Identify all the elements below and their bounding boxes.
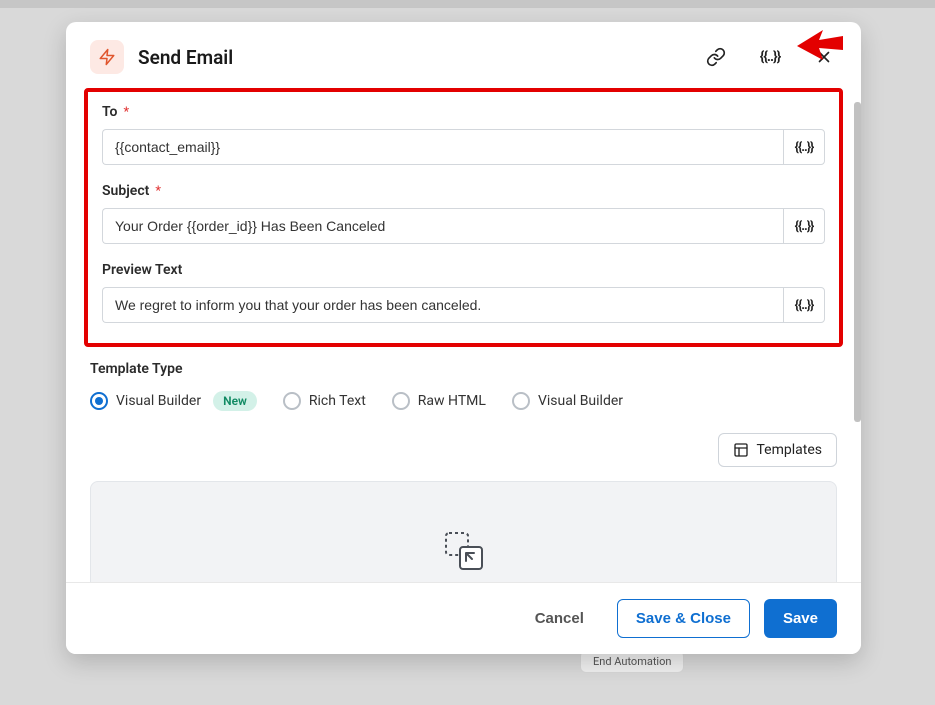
link-icon [706, 47, 726, 67]
save-button[interactable]: Save [764, 599, 837, 638]
preview-label: Preview Text [102, 262, 182, 278]
template-type-label: Template Type [90, 361, 837, 377]
builder-canvas[interactable]: Utili d d b ild t ft b t il t l t i l di… [90, 481, 837, 582]
radio-rich-text[interactable]: Rich Text [283, 392, 366, 410]
field-subject: Subject * {{..}} [102, 183, 825, 244]
close-icon [815, 48, 833, 66]
subject-label: Subject [102, 183, 149, 199]
to-label: To [102, 104, 117, 120]
templates-button[interactable]: Templates [718, 433, 838, 467]
radio-visual-builder[interactable]: Visual Builder [512, 392, 623, 410]
variables-button[interactable]: {{..}} [757, 44, 783, 70]
required-indicator: * [123, 105, 129, 120]
modal-header: Send Email {{..}} [66, 22, 861, 86]
radio-label: Visual Builder [538, 393, 623, 409]
radio-label: Visual Builder [116, 393, 201, 409]
modal-title: Send Email [138, 46, 233, 69]
new-badge: New [213, 391, 257, 411]
braces-icon: {{..}} [760, 49, 781, 65]
template-type-radiogroup: Visual Builder New Rich Text Raw HTML Vi… [90, 391, 837, 411]
templates-icon [733, 442, 749, 458]
drag-drop-icon [442, 529, 486, 573]
backdrop-top-bar [0, 0, 935, 8]
scrollbar-thumb[interactable] [854, 102, 861, 422]
to-insert-variable-button[interactable]: {{..}} [783, 129, 825, 165]
preview-input[interactable] [102, 287, 783, 323]
radio-label: Rich Text [309, 393, 366, 409]
subject-insert-variable-button[interactable]: {{..}} [783, 208, 825, 244]
field-preview-text: Preview Text {{..}} [102, 262, 825, 323]
lightning-icon-tile [90, 40, 124, 74]
templates-button-label: Templates [757, 442, 823, 458]
modal-body: To * {{..}} Subject * {{..}} [66, 86, 861, 582]
lightning-icon [98, 48, 116, 66]
subject-input[interactable] [102, 208, 783, 244]
send-email-modal: Send Email {{..}} To * {{..}} [66, 22, 861, 654]
to-input[interactable] [102, 129, 783, 165]
cancel-button[interactable]: Cancel [516, 599, 603, 638]
radio-label: Raw HTML [418, 393, 486, 409]
link-button[interactable] [703, 44, 729, 70]
save-and-close-button[interactable]: Save & Close [617, 599, 750, 638]
preview-insert-variable-button[interactable]: {{..}} [783, 287, 825, 323]
required-indicator: * [155, 184, 161, 199]
radio-visual-builder-new[interactable]: Visual Builder New [90, 391, 257, 411]
annotation-highlight: To * {{..}} Subject * {{..}} [84, 88, 843, 347]
field-to: To * {{..}} [102, 104, 825, 165]
radio-raw-html[interactable]: Raw HTML [392, 392, 486, 410]
close-button[interactable] [811, 44, 837, 70]
modal-footer: Cancel Save & Close Save [66, 582, 861, 654]
